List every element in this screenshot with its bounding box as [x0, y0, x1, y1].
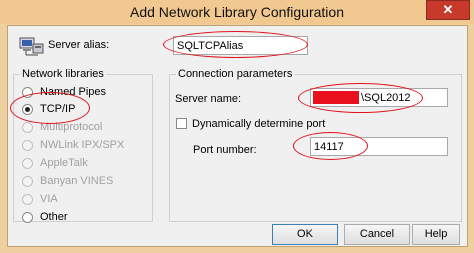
dialog-window: Add Network Library Configuration ✕ Serv…: [0, 0, 474, 253]
help-button[interactable]: Help: [412, 224, 460, 245]
radio-label: NWLink IPX/SPX: [40, 139, 125, 151]
radio-label: VIA: [40, 193, 58, 205]
ok-button[interactable]: OK: [272, 224, 338, 245]
redacted-server-host: [313, 91, 359, 104]
radio-button: [22, 157, 33, 169]
close-button[interactable]: ✕: [426, 0, 470, 20]
dialog-body: Server alias: SQLTCPAlias Network librar…: [7, 25, 468, 247]
radio-multiprotocol: Multiprotocol: [22, 119, 102, 135]
radio-button[interactable]: [22, 103, 33, 115]
network-libraries-group: Network libraries Named Pipes TCP/IP Mul…: [13, 68, 153, 225]
radio-nwlink: NWLink IPX/SPX: [22, 137, 124, 153]
title-bar[interactable]: Add Network Library Configuration ✕: [0, 0, 474, 24]
close-icon: ✕: [442, 2, 454, 17]
radio-other[interactable]: Other: [22, 209, 68, 225]
network-computer-icon: [19, 37, 44, 56]
radio-label: Named Pipes: [40, 86, 107, 98]
radio-label: AppleTalk: [40, 157, 88, 169]
server-name-value: \SQL2012: [361, 92, 411, 104]
radio-named-pipes[interactable]: Named Pipes: [22, 84, 106, 100]
radio-label: Other: [40, 211, 68, 223]
radio-button[interactable]: [22, 211, 33, 223]
cancel-button[interactable]: Cancel: [344, 224, 410, 245]
radio-button[interactable]: [22, 86, 33, 98]
radio-banyan-vines: Banyan VINES: [22, 173, 113, 189]
radio-label: Banyan VINES: [40, 175, 114, 187]
dynamic-port-checkbox[interactable]: [176, 118, 187, 129]
radio-button: [22, 121, 33, 133]
port-number-input[interactable]: 14117: [310, 137, 448, 156]
server-alias-input[interactable]: SQLTCPAlias: [173, 36, 308, 55]
radio-button: [22, 193, 33, 205]
server-alias-label: Server alias:: [48, 39, 110, 51]
radio-label: Multiprotocol: [40, 121, 103, 133]
window-title: Add Network Library Configuration: [130, 4, 344, 20]
radio-button: [22, 139, 33, 151]
port-number-label: Port number:: [193, 144, 257, 156]
radio-appletalk: AppleTalk: [22, 155, 88, 171]
network-libraries-title: Network libraries: [20, 68, 106, 80]
radio-button: [22, 175, 33, 187]
server-name-label: Server name:: [175, 93, 242, 105]
dynamic-port-label: Dynamically determine port: [192, 118, 326, 130]
connection-parameters-title: Connection parameters: [176, 68, 295, 80]
radio-tcp-ip[interactable]: TCP/IP: [22, 101, 75, 117]
radio-label: TCP/IP: [40, 103, 76, 115]
radio-via: VIA: [22, 191, 58, 207]
